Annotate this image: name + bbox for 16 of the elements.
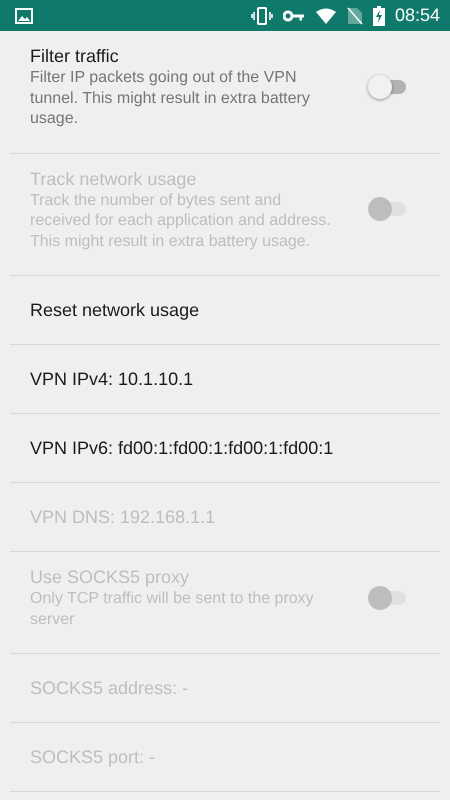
- picture-icon: [15, 8, 33, 24]
- settings-item[interactable]: Filter traffic Filter IP packets going out of the VPN tunnel. This might result in extra battery usage.: [10, 31, 440, 154]
- setting-summary: Filter IP packets going out of the VPN tunnel. This might result in extra battery usage.: [30, 68, 311, 129]
- no-sim-icon: [346, 6, 363, 24]
- setting-title: Reset network usage: [30, 299, 200, 322]
- setting-title: Filter traffic: [30, 45, 120, 68]
- clock: 08:54: [394, 5, 440, 26]
- setting-title: VPN IPv6: fd00:1:fd00:1:fd00:1:fd00:1: [30, 437, 334, 460]
- settings-item[interactable]: VPN IPv4: 10.1.10.1: [10, 345, 440, 414]
- battery-charging-icon: [372, 6, 385, 26]
- wifi-icon: [314, 8, 337, 24]
- vibrate-icon: [250, 6, 273, 24]
- setting-title: VPN IPv4: 10.1.10.1: [30, 368, 194, 391]
- key-icon: [282, 8, 305, 22]
- settings-item[interactable]: Reset network usage: [10, 276, 440, 345]
- settings-item[interactable]: VPN IPv6: fd00:1:fd00:1:fd00:1:fd00:1: [10, 414, 440, 483]
